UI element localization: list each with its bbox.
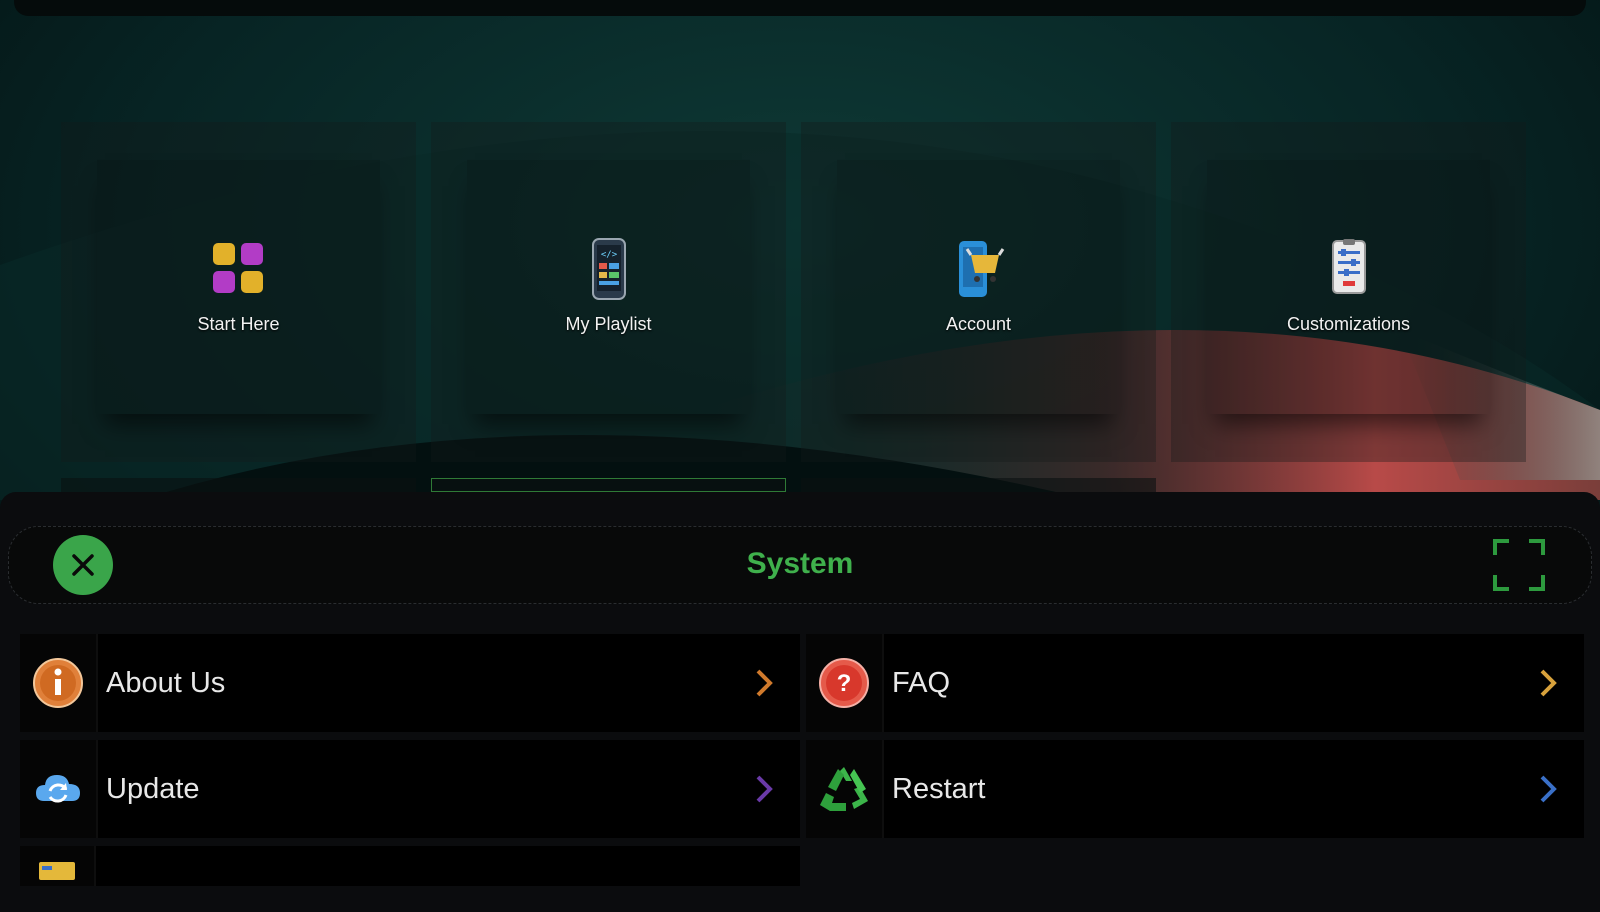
chevron-right-icon <box>1540 669 1557 697</box>
menu-item-label: Update <box>106 772 200 805</box>
menu-icon-box <box>806 740 884 838</box>
tile-my-playlist-label: My Playlist <box>565 314 652 334</box>
tile-account-label: Account <box>945 314 1012 334</box>
tile-start-here[interactable]: Start Here <box>61 122 416 462</box>
chevron-right-icon <box>756 775 773 803</box>
menu-item-update[interactable]: Update <box>20 740 800 838</box>
menu-icon-box <box>20 846 96 886</box>
tile-row2-strip-selected <box>431 478 786 492</box>
cloud-update-icon <box>36 775 80 803</box>
svg-text:</>: </> <box>600 250 617 260</box>
tile-row2-strip <box>801 478 1156 492</box>
menu-item-restart[interactable]: Restart <box>806 740 1584 838</box>
settings-list-icon <box>1331 239 1366 294</box>
chevron-right-icon <box>1540 775 1557 803</box>
menu-item-label: Restart <box>892 772 986 805</box>
system-panel: System About Us ? FAQ Update Restart <box>0 492 1600 912</box>
menu-icon-box <box>20 634 98 732</box>
chevron-right-icon <box>756 669 773 697</box>
recycle-icon <box>820 767 868 811</box>
top-bar <box>14 0 1586 16</box>
menu-item-faq[interactable]: ? FAQ <box>806 634 1584 732</box>
menu-item-label: About Us <box>106 666 226 699</box>
phone-code-icon: </> <box>591 238 626 300</box>
menu-icon-box: ? <box>806 634 884 732</box>
card-icon <box>39 862 75 880</box>
panel-header: System <box>8 526 1592 604</box>
tile-customizations-label: Customizations <box>1286 314 1411 334</box>
menu-item-about-us[interactable]: About Us <box>20 634 800 732</box>
svg-text:?: ? <box>837 670 852 697</box>
panel-title: System <box>746 547 854 580</box>
tile-customizations[interactable]: Customizations <box>1171 122 1526 462</box>
menu-item-label: FAQ <box>892 666 951 699</box>
shopping-cart-phone-icon <box>958 241 1004 297</box>
info-icon <box>33 658 83 708</box>
fullscreen-icon[interactable] <box>1491 537 1547 593</box>
tile-row2-strip <box>61 478 416 492</box>
tile-start-here-label: Start Here <box>197 314 280 334</box>
menu-item-partial[interactable] <box>20 846 800 886</box>
tile-account[interactable]: Account <box>801 122 1156 462</box>
question-icon: ? <box>819 658 869 708</box>
grid-apps-icon <box>212 243 263 293</box>
tile-my-playlist[interactable]: </> My Playlist <box>431 122 786 462</box>
menu-icon-box <box>20 740 98 838</box>
